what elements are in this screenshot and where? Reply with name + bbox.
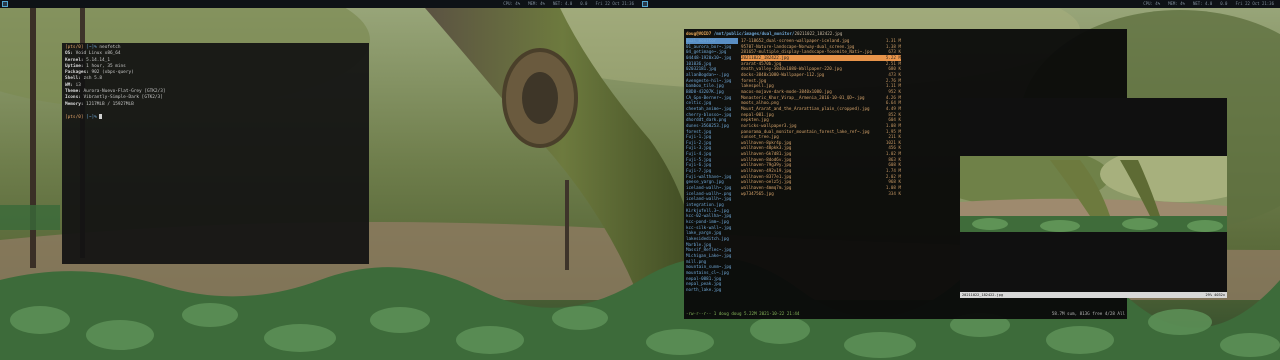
mem-readout: MEM: 4%: [1168, 1, 1185, 6]
file-size: 334 K: [888, 190, 901, 196]
cpu-readout: CPU: 4%: [1143, 1, 1161, 6]
info-key: Theme:: [65, 89, 81, 95]
viewer-statusbar: 20211022_182422.jpg 29% 4032x: [960, 292, 1227, 298]
net-readout-2: 0.0: [580, 1, 588, 6]
command-line[interactable]: [pts/0] [~]%: [65, 113, 366, 121]
file-name: wp7347565.jpg: [741, 190, 774, 196]
info-line: Memory: 1217MiB / 15927MiB: [65, 102, 366, 108]
directory-entry[interactable]: iceland-wallh~.jpg: [686, 185, 738, 191]
info-key: OS:: [65, 51, 73, 57]
system-info: OS: Void Linux x86_64 Kernel: 5.14.14_1 Up…: [65, 51, 366, 108]
workspace-indicator[interactable]: [642, 1, 648, 7]
info-key: Memory:: [65, 101, 84, 107]
command-text: neofetch: [99, 45, 121, 50]
info-key: Packages:: [65, 70, 89, 76]
info-value: Void Linux x86_64: [75, 51, 121, 57]
info-value: Vibrantly-Simple-Dark [GTK2/3]: [83, 95, 163, 101]
file-entry[interactable]: wp7347565.jpg 334 K: [741, 191, 901, 197]
image-preview: [960, 156, 1227, 232]
file-details: -rw-r--r-- 1 doug doug 5.22M 2021-10-22 …: [686, 311, 800, 317]
header-file: 20211022_182422.jpg: [794, 31, 843, 36]
status-bar-right: CPU: 4% MEM: 4% NET: 4.0 0.0 Fri 22 Oct …: [640, 0, 1280, 8]
prompt-user: [pts/0]: [65, 114, 84, 120]
info-value: 5.14.14_1: [86, 57, 110, 63]
workspace-indicator[interactable]: [2, 1, 8, 7]
info-key: WM:: [65, 82, 73, 88]
info-value: zsh 5.8: [83, 76, 103, 82]
terminal-window[interactable]: [pts/0] [~]% neofetch OS: Void Linux x86…: [62, 43, 369, 264]
clock: Fri 22 Oct 21:36: [595, 1, 634, 6]
prompt-path: [~]%: [86, 114, 97, 120]
directory-entry[interactable]: 04448-1920x10~.jpg: [686, 55, 738, 61]
info-value: i3: [75, 82, 81, 88]
info-key: Shell:: [65, 76, 81, 82]
mem-readout: MEM: 4%: [528, 1, 545, 6]
info-value: 1 hour, 35 mins: [86, 63, 126, 69]
directory-entry[interactable]: cheetah_anime~.jpg: [686, 106, 738, 112]
header-path: /mnt/public/images/dual_monitor/: [713, 31, 795, 36]
file-manager-statusline: -rw-r--r-- 1 doug doug 5.22M 2021-10-22 …: [686, 311, 1125, 317]
cpu-readout: CPU: 4%: [503, 1, 521, 6]
text-cursor: [99, 113, 103, 119]
image-viewer-window[interactable]: 20211022_182422.jpg 29% 4032x: [960, 98, 1227, 298]
directory-entry[interactable]: north_lake.jpg: [686, 287, 738, 293]
clock: Fri 22 Oct 21:36: [1235, 1, 1274, 6]
info-value: 902 (xbps-query): [91, 70, 134, 76]
parent-column: dual_monitor 01_aurora_bor~.jpg 04_getimag…: [686, 38, 738, 293]
prompt-path: [~]%: [86, 45, 97, 50]
info-value: Aurora-Nuevo-Flat-Grey [GTK2/3]: [83, 89, 166, 95]
info-key: Icons:: [65, 95, 81, 101]
dir-summary: 58.7M sum, 813G free 4/28 All: [1051, 311, 1125, 317]
status-bar-left: CPU: 4% MEM: 4% NET: 4.0 0.0 Fri 22 Oct …: [0, 0, 640, 8]
path-header: doug@VOID7 /mnt/public/images/dual_monit…: [686, 31, 842, 37]
viewer-filename: 20211022_182422.jpg: [962, 293, 1004, 297]
viewer-zoom: 29% 4032x: [1205, 293, 1225, 297]
info-key: Kernel:: [65, 57, 84, 63]
prompt-user: [pts/0]: [65, 45, 84, 50]
info-value: 1217MiB / 15927MiB: [86, 101, 134, 107]
net-readout-2: 0.0: [1220, 1, 1228, 6]
header-user: doug@VOID7: [686, 31, 712, 36]
net-readout: NET: 4.0: [552, 1, 573, 6]
info-key: Uptime:: [65, 63, 84, 69]
directory-entry[interactable]: Michigan_Lake~.jpg: [686, 253, 738, 259]
file-list: 17-118652_dual-screen-wallpaper-iceland.…: [741, 38, 901, 196]
net-readout: NET: 4.0: [1192, 1, 1213, 6]
